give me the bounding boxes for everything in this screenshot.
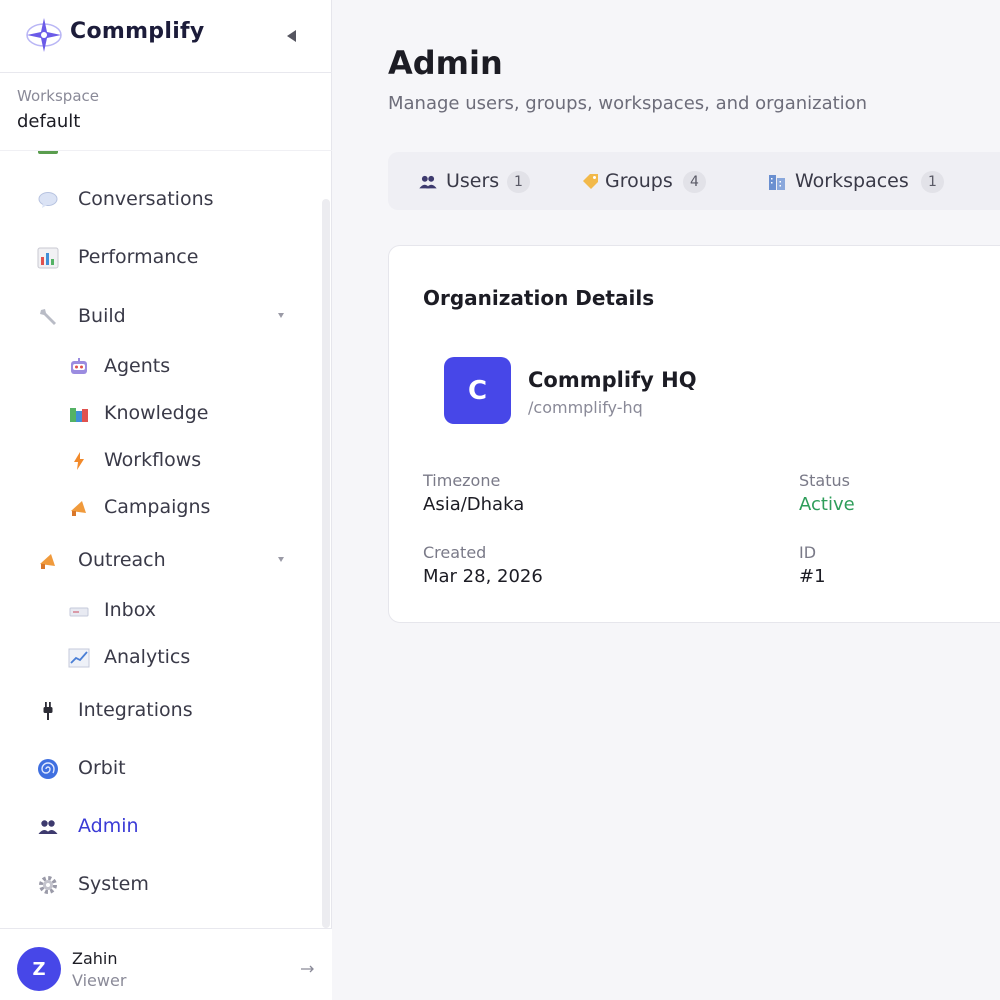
sidebar-item-outreach[interactable]: Outreach [0, 541, 320, 581]
id-label: ID [799, 543, 817, 562]
line-chart-icon [68, 647, 90, 669]
robot-icon [68, 356, 90, 378]
collapse-sidebar-button[interactable] [280, 24, 304, 48]
org-logo: C [444, 357, 511, 424]
sidebar-item-label: Orbit [78, 757, 126, 779]
users-icon [37, 816, 59, 838]
spiral-icon [37, 758, 59, 780]
sidebar-item-admin[interactable]: Admin [0, 807, 320, 847]
plug-icon [37, 700, 59, 722]
admin-tabs: Users 1 Groups 4 Workspaces 1 [388, 152, 1000, 210]
tab-count-badge: 1 [921, 171, 944, 193]
sidebar-item-label: Outreach [78, 549, 166, 571]
user-profile[interactable]: Z Zahin Viewer [0, 928, 332, 1000]
status-label: Status [799, 471, 850, 490]
sidebar-item-label: Analytics [104, 646, 191, 668]
sidebar-item-performance[interactable]: Performance [0, 238, 320, 278]
tab-count-badge: 4 [683, 171, 706, 193]
created-label: Created [423, 543, 487, 562]
card-title: Organization Details [423, 286, 655, 310]
lightning-icon [68, 450, 90, 472]
sidebar-item-label: Performance [78, 246, 199, 268]
sidebar-item-inbox[interactable]: Inbox [0, 591, 320, 631]
inbox-icon [68, 600, 90, 622]
organization-details-card: Organization Details C Commplify HQ /com… [388, 245, 1000, 623]
workspace-label: Workspace [17, 87, 99, 105]
logout-button[interactable] [298, 959, 318, 979]
sidebar-item-label: Inbox [104, 599, 156, 621]
created-value: Mar 28, 2026 [423, 566, 543, 587]
tab-groups[interactable]: Groups 4 [581, 152, 721, 210]
timezone-value: Asia/Dhaka [423, 494, 525, 515]
sidebar-item-agents[interactable]: Agents [0, 347, 320, 387]
chevron-down-icon[interactable] [278, 313, 284, 318]
chevron-down-icon[interactable] [278, 557, 284, 562]
sidebar-item-workflows[interactable]: Workflows [0, 441, 320, 481]
sidebar-item-label: Build [78, 305, 126, 327]
id-value: #1 [799, 566, 826, 587]
brand-header: Commplify [0, 0, 332, 73]
tab-users[interactable]: Users 1 [418, 152, 538, 210]
brand-name: Commplify [70, 19, 205, 44]
tab-label: Users [446, 170, 500, 192]
gear-icon [37, 874, 59, 896]
user-name: Zahin [72, 949, 118, 968]
workspace-selector[interactable]: Workspace default [0, 73, 332, 151]
tab-label: Workspaces [795, 170, 909, 192]
books-icon [68, 403, 90, 425]
org-slug: /commplify-hq [528, 398, 643, 417]
sidebar-item-orbit[interactable]: Orbit [0, 749, 320, 789]
sidebar-item-knowledge[interactable]: Knowledge [0, 394, 320, 434]
collapse-arrow-icon [287, 30, 296, 42]
tab-count-badge: 1 [507, 171, 530, 193]
commplify-logo-icon [24, 15, 64, 55]
wrench-icon [37, 306, 59, 328]
tab-label: Groups [605, 170, 673, 192]
sidebar-item-label: Knowledge [104, 402, 209, 424]
sidebar-item-label: Conversations [78, 188, 214, 210]
workspace-value: default [17, 111, 81, 132]
page-subtitle: Manage users, groups, workspaces, and or… [388, 93, 868, 114]
sidebar-scrollbar[interactable] [322, 199, 330, 928]
users-icon [418, 172, 438, 192]
tag-icon [581, 172, 601, 192]
timezone-label: Timezone [423, 471, 501, 490]
page-title: Admin [388, 44, 503, 82]
megaphone-icon [37, 550, 59, 572]
sidebar-item-label: Admin [78, 815, 139, 837]
sidebar-item-conversations[interactable]: Conversations [0, 180, 320, 220]
org-name: Commplify HQ [528, 368, 697, 392]
status-value: Active [799, 494, 855, 515]
sidebar-item-campaigns[interactable]: Campaigns [0, 488, 320, 528]
bar-chart-icon [37, 247, 59, 269]
speech-bubble-icon [37, 189, 59, 211]
sidebar: Commplify Workspace default Conversation… [0, 0, 332, 1000]
sidebar-nav: Conversations Performance Build Agents K… [0, 151, 332, 928]
building-icon [767, 172, 787, 192]
tab-workspaces[interactable]: Workspaces 1 [767, 152, 967, 210]
sidebar-item-label: Agents [104, 355, 171, 377]
megaphone-icon [68, 497, 90, 519]
sidebar-item-label: Integrations [78, 699, 193, 721]
arrow-right-icon [301, 965, 314, 973]
sidebar-item-integrations[interactable]: Integrations [0, 691, 320, 731]
dashboard-icon [38, 151, 58, 154]
sidebar-item-label: Campaigns [104, 496, 211, 518]
main-content: Admin Manage users, groups, workspaces, … [333, 0, 1000, 1000]
user-role: Viewer [72, 971, 127, 990]
avatar: Z [17, 947, 61, 991]
sidebar-item-label: System [78, 873, 149, 895]
sidebar-item-analytics[interactable]: Analytics [0, 638, 320, 678]
sidebar-item-build[interactable]: Build [0, 297, 320, 337]
sidebar-item-system[interactable]: System [0, 865, 320, 905]
sidebar-item-label: Workflows [104, 449, 202, 471]
